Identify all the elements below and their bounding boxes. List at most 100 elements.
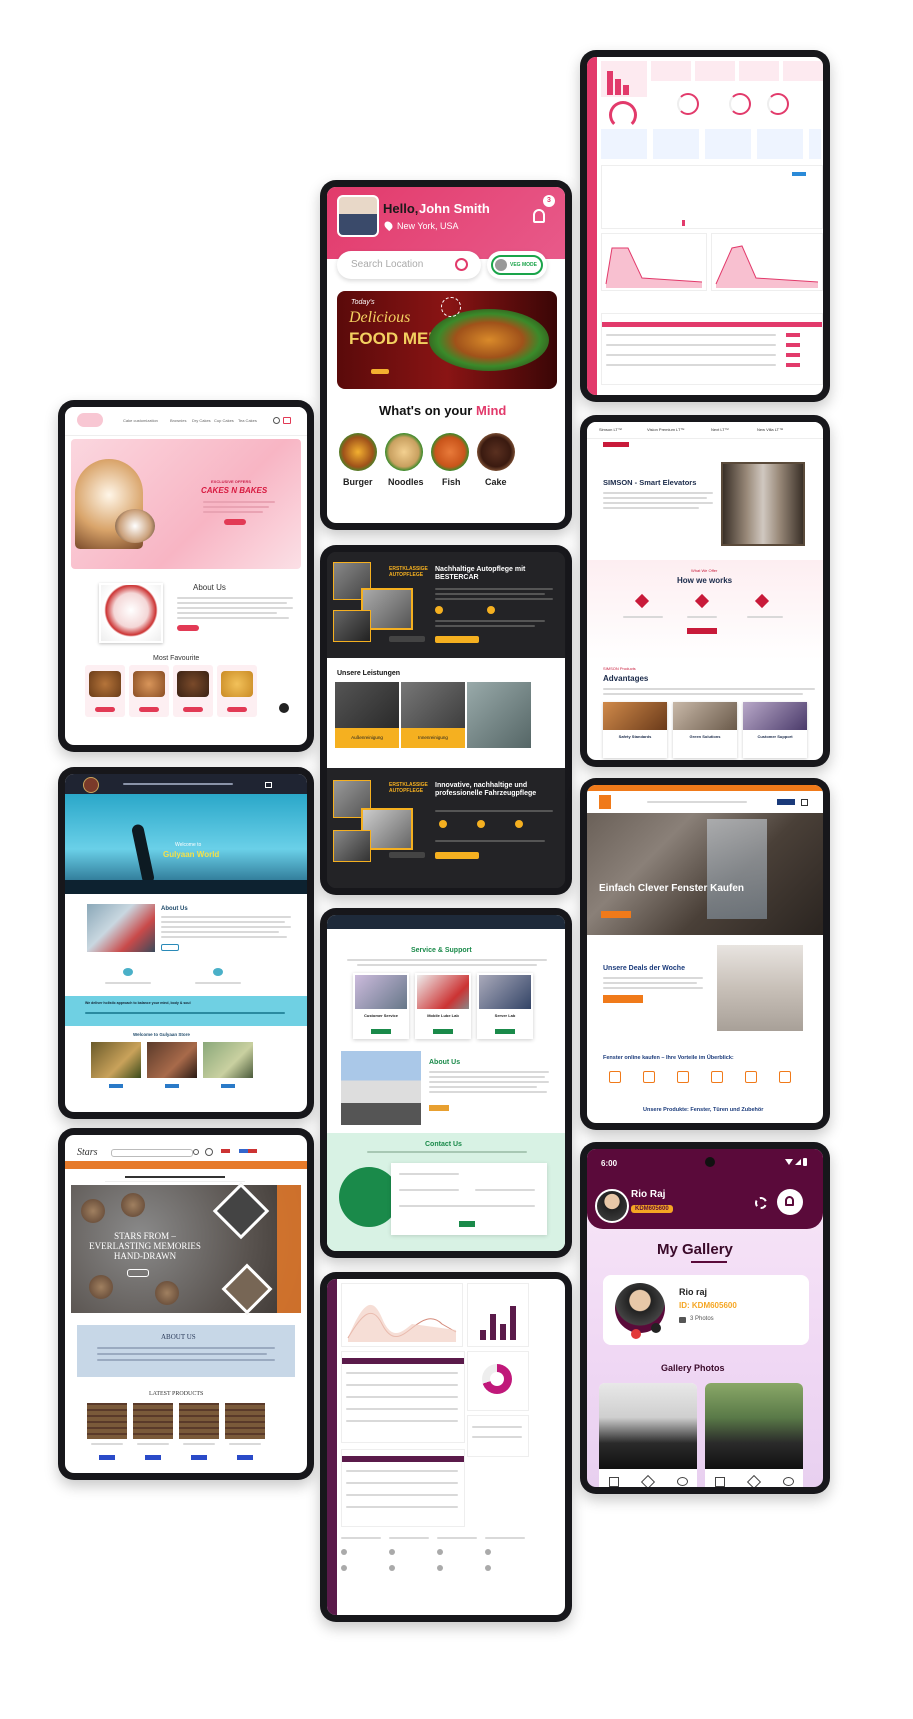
bell-icon[interactable] bbox=[533, 209, 545, 223]
search-icon[interactable] bbox=[193, 1149, 199, 1155]
admin-table-row[interactable] bbox=[346, 1372, 458, 1374]
support-card-1[interactable]: Customer Service bbox=[353, 973, 409, 1039]
phone-field[interactable] bbox=[475, 1189, 535, 1191]
analytics-row-badge[interactable] bbox=[786, 343, 800, 347]
cake-product-button[interactable] bbox=[183, 707, 203, 712]
fenster-deal-button[interactable] bbox=[603, 995, 643, 1003]
elevator-tab-2[interactable]: Next LT™ bbox=[711, 427, 729, 432]
cake-product-card-4[interactable] bbox=[217, 665, 257, 717]
elevator-adv-card-2[interactable]: Green Solutions bbox=[673, 702, 737, 758]
search-icon[interactable] bbox=[455, 258, 468, 271]
elevator-adv-card-1[interactable]: Safety Standards bbox=[603, 702, 667, 758]
gear-icon[interactable] bbox=[755, 1197, 767, 1209]
profile-edit-icon[interactable] bbox=[651, 1323, 661, 1333]
submit-button[interactable] bbox=[459, 1221, 475, 1227]
support-about-button[interactable] bbox=[429, 1105, 449, 1111]
fenster-cta[interactable] bbox=[777, 799, 795, 805]
food-banner[interactable]: Today's Delicious FOOD MENU bbox=[337, 291, 557, 389]
stars-product-button[interactable] bbox=[145, 1455, 161, 1460]
stars-product-2[interactable] bbox=[133, 1403, 173, 1463]
cake-product-card-1[interactable] bbox=[85, 665, 125, 717]
view-icon[interactable] bbox=[783, 1477, 794, 1486]
gallery-photo-1[interactable] bbox=[599, 1383, 697, 1487]
yoga-product-button[interactable] bbox=[109, 1084, 123, 1088]
elevator-adv-card-3[interactable]: Customer Support bbox=[743, 702, 807, 758]
avatar[interactable] bbox=[485, 1549, 491, 1555]
analytics-row-badge[interactable] bbox=[786, 353, 800, 357]
admin-list-item[interactable] bbox=[472, 1426, 522, 1428]
edit-icon[interactable] bbox=[746, 1474, 762, 1487]
stars-product-button[interactable] bbox=[99, 1455, 115, 1460]
elevator-tab-1[interactable]: Vision Premium LT™ bbox=[647, 427, 684, 432]
stars-product-button[interactable] bbox=[191, 1455, 207, 1460]
user-icon[interactable] bbox=[205, 1148, 213, 1156]
car-service-card-3[interactable] bbox=[467, 682, 531, 748]
search-input[interactable]: Search Location bbox=[337, 251, 481, 279]
category-cake[interactable] bbox=[477, 433, 515, 471]
cart-icon[interactable] bbox=[801, 799, 808, 806]
car-phone-2[interactable] bbox=[389, 852, 425, 858]
chat-icon[interactable] bbox=[279, 703, 289, 713]
cart-icon[interactable] bbox=[265, 782, 272, 788]
elevator-how-button[interactable] bbox=[687, 628, 717, 634]
analytics-table-row[interactable] bbox=[606, 364, 776, 366]
view-icon[interactable] bbox=[677, 1477, 688, 1486]
yoga-product-1[interactable] bbox=[91, 1042, 141, 1088]
fenster-nav[interactable] bbox=[647, 801, 747, 803]
admin-table-row[interactable] bbox=[346, 1506, 458, 1508]
car-phone[interactable] bbox=[389, 636, 425, 642]
support-card-button[interactable] bbox=[371, 1029, 391, 1034]
admin-table-row[interactable] bbox=[346, 1482, 458, 1484]
flag-icons[interactable] bbox=[221, 1149, 257, 1153]
avatar[interactable] bbox=[437, 1565, 443, 1571]
support-card-button[interactable] bbox=[495, 1029, 515, 1034]
analytics-table-row[interactable] bbox=[606, 344, 776, 346]
admin-table-row[interactable] bbox=[346, 1384, 458, 1386]
search-icon[interactable] bbox=[273, 417, 280, 424]
stars-nav-bar[interactable] bbox=[65, 1161, 307, 1169]
fenster-hero-button[interactable] bbox=[601, 911, 631, 918]
yoga-product-button[interactable] bbox=[165, 1084, 179, 1088]
category-noodles[interactable] bbox=[385, 433, 423, 471]
yoga-product-button[interactable] bbox=[221, 1084, 235, 1088]
cake-logo[interactable] bbox=[77, 413, 103, 427]
edit-icon[interactable] bbox=[640, 1474, 656, 1487]
stars-hero-button[interactable] bbox=[127, 1269, 149, 1277]
avatar[interactable] bbox=[595, 1189, 629, 1223]
support-card-2[interactable]: Mobile Lube Lab bbox=[415, 973, 471, 1039]
analytics-row-badge[interactable] bbox=[786, 363, 800, 367]
avatar[interactable] bbox=[389, 1549, 395, 1555]
cake-nav-4[interactable]: Tea Cakes bbox=[238, 418, 257, 423]
veg-mode-switch[interactable]: VEG MODE bbox=[491, 255, 543, 275]
cake-product-button[interactable] bbox=[227, 707, 247, 712]
profile-delete-icon[interactable] bbox=[631, 1329, 641, 1339]
analytics-sidebar[interactable] bbox=[587, 57, 597, 395]
admin-table-row[interactable] bbox=[346, 1494, 458, 1496]
stars-product-3[interactable] bbox=[179, 1403, 219, 1463]
cake-nav-1[interactable]: Brownies bbox=[170, 418, 186, 423]
car-cta-button[interactable] bbox=[435, 636, 479, 643]
yoga-product-3[interactable] bbox=[203, 1042, 253, 1088]
cake-nav-2[interactable]: Dry Cakes bbox=[192, 418, 211, 423]
car-service-card-2[interactable]: Innenreinigung bbox=[401, 682, 465, 748]
support-card-button[interactable] bbox=[433, 1029, 453, 1034]
car-service-card-1[interactable]: Außenreinigung bbox=[335, 682, 399, 748]
admin-table-row[interactable] bbox=[346, 1408, 458, 1410]
yoga-about-button[interactable] bbox=[161, 944, 179, 951]
cake-product-card-3[interactable] bbox=[173, 665, 213, 717]
yoga-logo[interactable] bbox=[83, 777, 99, 793]
stars-logo[interactable]: Stars bbox=[77, 1147, 98, 1158]
elevator-tab-3[interactable]: New Villa LT™ bbox=[757, 427, 783, 432]
delete-icon[interactable] bbox=[609, 1477, 619, 1487]
cake-product-button[interactable] bbox=[139, 707, 159, 712]
stars-search-input[interactable] bbox=[111, 1149, 193, 1157]
banner-button[interactable] bbox=[371, 369, 389, 374]
avatar[interactable] bbox=[337, 195, 379, 237]
avatar[interactable] bbox=[437, 1549, 443, 1555]
stars-product-button[interactable] bbox=[237, 1455, 253, 1460]
admin-table-row[interactable] bbox=[346, 1470, 458, 1472]
support-card-3[interactable]: Server Lab bbox=[477, 973, 533, 1039]
yoga-product-2[interactable] bbox=[147, 1042, 197, 1088]
avatar[interactable] bbox=[341, 1549, 347, 1555]
stars-product-4[interactable] bbox=[225, 1403, 265, 1463]
